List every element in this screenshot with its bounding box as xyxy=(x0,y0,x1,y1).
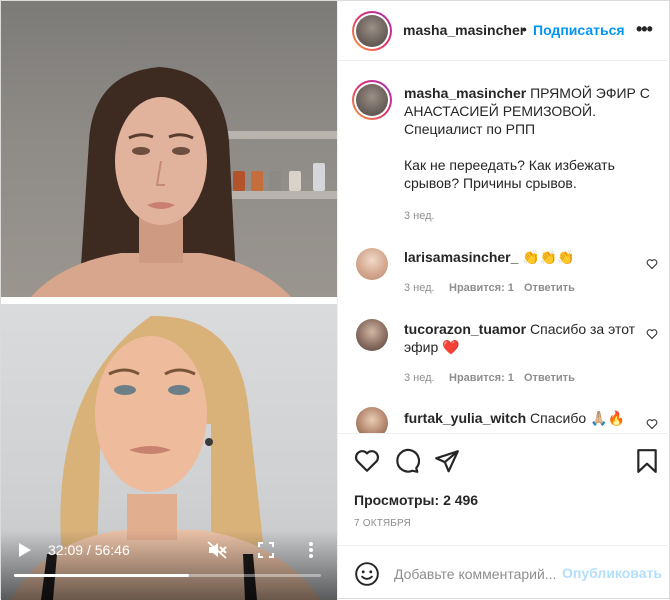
comment-age[interactable]: 3 нед. xyxy=(404,372,435,384)
time-separator: / xyxy=(83,542,95,558)
time-total: 56:46 xyxy=(94,542,130,558)
like-comment-heart-icon[interactable] xyxy=(646,258,658,270)
post-side-panel: masha_masincher • Подписаться ••• masha_… xyxy=(337,1,670,600)
commenter-avatar[interactable] xyxy=(356,248,388,280)
comment-likes[interactable]: Нравится: 1 xyxy=(449,372,514,384)
separator-dot: • xyxy=(522,21,527,37)
caption-author-avatar[interactable] xyxy=(352,80,392,120)
save-bookmark-icon[interactable] xyxy=(634,448,660,474)
author-username[interactable]: masha_masincher xyxy=(403,22,525,38)
commenter-avatar[interactable] xyxy=(356,407,388,433)
instagram-post: 32:09 / 56:46 masha_masincher • Подписат… xyxy=(0,0,670,600)
comment-bubble-icon[interactable] xyxy=(394,448,420,474)
reply-button[interactable]: Ответить xyxy=(524,372,575,384)
comment-age[interactable]: 3 нед. xyxy=(404,282,435,294)
comment-text: tucorazon_tuamor Спасибо за этот эфир ❤️ xyxy=(404,320,644,356)
follow-button[interactable]: Подписаться xyxy=(533,22,625,38)
more-options-icon[interactable]: ••• xyxy=(636,19,653,40)
comment-text: furtak_yulia_witch Спасибо 🙏🏼🔥 xyxy=(404,409,644,427)
views-value: 2 496 xyxy=(443,492,479,508)
comment-username[interactable]: furtak_yulia_witch xyxy=(404,410,526,426)
comment-body: Спасибо 🙏🏼🔥 xyxy=(530,410,625,426)
comments-list[interactable]: masha_masincher ПРЯМОЙ ЭФИР С АНАСТАСИЕЙ… xyxy=(338,62,670,433)
views-label: Просмотры: xyxy=(354,492,440,508)
like-heart-icon[interactable] xyxy=(354,448,380,474)
view-count[interactable]: Просмотры: 2 496 xyxy=(354,492,478,508)
comment-body: 👏👏👏 xyxy=(522,249,575,265)
post-actions: Просмотры: 2 496 7 ОКТЯБРЯ xyxy=(338,433,670,545)
caption-username[interactable]: masha_masincher xyxy=(404,85,526,101)
publish-button[interactable]: Опубликовать xyxy=(562,565,662,581)
split-divider xyxy=(1,297,337,304)
author-avatar[interactable] xyxy=(352,11,392,51)
video-progress-bar[interactable] xyxy=(14,574,321,577)
muted-speaker-icon[interactable] xyxy=(207,541,227,559)
player-controls-bar xyxy=(1,530,337,600)
like-comment-heart-icon[interactable] xyxy=(646,418,658,430)
video-feed-host xyxy=(1,1,337,297)
post-caption: masha_masincher ПРЯМОЙ ЭФИР С АНАСТАСИЕЙ… xyxy=(404,84,652,192)
comment-username[interactable]: larisamasincher_ xyxy=(404,249,518,265)
caption-line-3: Как не переедать? Как избежать срывов? П… xyxy=(404,157,615,191)
play-button[interactable] xyxy=(19,543,31,557)
commenter-avatar[interactable] xyxy=(356,319,388,351)
emoji-icon[interactable] xyxy=(354,561,380,587)
fullscreen-icon[interactable] xyxy=(258,542,274,558)
video-progress-fill xyxy=(14,574,189,577)
caption-line-2: Специалист по РПП xyxy=(404,121,536,137)
host-person-illustration xyxy=(31,67,291,297)
like-comment-heart-icon[interactable] xyxy=(646,328,658,340)
caption-age[interactable]: 3 нед. xyxy=(404,210,435,222)
comment-input[interactable] xyxy=(394,564,560,584)
add-comment-form: Опубликовать xyxy=(338,545,670,600)
post-date[interactable]: 7 ОКТЯБРЯ xyxy=(354,518,411,529)
reply-button[interactable]: Ответить xyxy=(524,282,575,294)
more-options-vertical-icon[interactable] xyxy=(306,541,316,559)
time-current: 32:09 xyxy=(48,542,84,558)
comment-username[interactable]: tucorazon_tuamor xyxy=(404,321,526,337)
live-video-player[interactable]: 32:09 / 56:46 xyxy=(1,1,337,600)
post-header: masha_masincher • Подписаться ••• xyxy=(338,1,670,61)
playback-time: 32:09 / 56:46 xyxy=(48,542,130,558)
comment-likes[interactable]: Нравится: 1 xyxy=(449,282,514,294)
comment-text: larisamasincher_ 👏👏👏 xyxy=(404,248,644,266)
share-direct-icon[interactable] xyxy=(434,448,460,474)
